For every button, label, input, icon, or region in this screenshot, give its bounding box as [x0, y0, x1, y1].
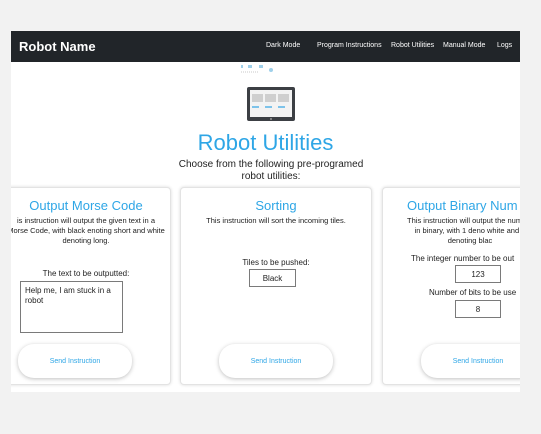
robot-utilities-illustration-icon [241, 65, 295, 121]
tiles-label: Tiles to be pushed: [242, 258, 310, 267]
brand-name[interactable]: Robot Name [19, 39, 96, 54]
nav-manual-mode[interactable]: Manual Mode [443, 42, 485, 49]
card-title: Output Morse Code [29, 198, 143, 213]
bits-input[interactable]: 8 [455, 300, 501, 318]
integer-label: The integer number to be out [411, 254, 515, 263]
nav-robot-utilities[interactable]: Robot Utilities [391, 42, 434, 49]
card-description: is instruction will output the given tex… [11, 216, 165, 245]
send-instruction-button[interactable]: Send Instruction [18, 344, 132, 378]
morse-code-card: Output Morse Code is instruction will ou… [11, 187, 171, 385]
send-instruction-button[interactable]: Send Instruction [421, 344, 520, 378]
nav-program-instructions[interactable]: Program Instructions [317, 42, 382, 49]
morse-text-input[interactable]: Help me, I am stuck in a robot [20, 281, 123, 333]
navbar: Robot Name Dark Mode Program Instruction… [11, 31, 520, 62]
sorting-card: Sorting This instruction will sort the i… [180, 187, 372, 385]
page-title: Robot Utilities [197, 130, 334, 155]
card-title: Sorting [255, 198, 297, 213]
page-subtitle: Choose from the following pre-programed … [178, 159, 364, 182]
integer-input[interactable]: 123 [455, 265, 501, 283]
card-description: This instruction will sort the incoming … [206, 216, 346, 225]
binary-number-card: Output Binary Num This instruction will … [382, 187, 520, 385]
card-description: This instruction will output the number … [407, 216, 520, 245]
bits-label: Number of bits to be use [429, 288, 517, 297]
nav-logs[interactable]: Logs [497, 42, 512, 49]
app-window: Robot Name Dark Mode Program Instruction… [11, 31, 520, 392]
send-instruction-button[interactable]: Send Instruction [219, 344, 333, 378]
nav-dark-mode[interactable]: Dark Mode [266, 42, 300, 49]
tiles-select[interactable]: Black [249, 269, 296, 287]
text-input-label: The text to be outputted: [42, 269, 130, 278]
card-title: Output Binary Num [407, 198, 518, 213]
